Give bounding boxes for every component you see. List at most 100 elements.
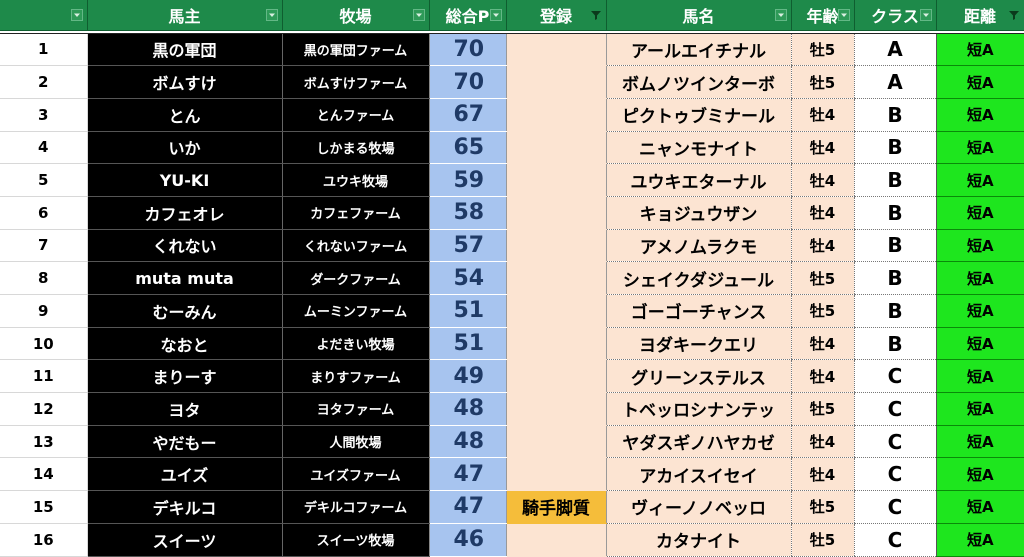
owner-cell: いか [87,131,282,165]
distance-cell: 短A [935,65,1024,99]
farm-cell: とんファーム [281,98,429,132]
horse-name-cell: アカイスイセイ [605,457,791,492]
header-points-label: 総合P [445,6,490,26]
class-cell: B [853,327,936,361]
filter-dropdown-icon[interactable] [489,9,502,21]
points-cell: 51 [428,327,506,361]
filter-dropdown-icon[interactable] [70,9,83,21]
class-cell: C [853,523,936,557]
distance-cell: 短A [935,425,1024,459]
table-row[interactable]: 16 スイーツ スイーツ牧場 46 カタナイト 牡5 C 短A [0,523,1024,557]
registration-cell [505,392,606,426]
points-cell: 51 [428,294,506,328]
header-distance[interactable]: 距離 [936,0,1024,31]
registration-cell [505,229,606,263]
header-registration[interactable]: 登録 [506,0,607,31]
table-row[interactable]: 7 くれない くれないファーム 57 アメノムラクモ 牡4 B 短A [0,229,1024,263]
header-rank[interactable] [0,0,88,31]
distance-cell: 短A [935,196,1024,230]
owner-cell: ユイズ [87,457,282,492]
table-row[interactable]: 5 YU-KI ユウキ牧場 59 ユウキエターナル 牡4 B 短A [0,163,1024,197]
age-cell: 牡4 [790,196,854,230]
points-cell: 58 [428,196,506,230]
table-row[interactable]: 12 ヨタ ヨタファーム 48 トベッロシナンテッ 牡5 C 短A [0,392,1024,426]
table-row[interactable]: 3 とん とんファーム 67 ピクトゥブミナール 牡4 B 短A [0,98,1024,132]
header-farm-label: 牧場 [339,6,372,26]
table-row[interactable]: 6 カフェオレ カフェファーム 58 キョジュウザン 牡4 B 短A [0,196,1024,230]
class-cell: B [853,229,936,263]
farm-cell: くれないファーム [281,229,429,263]
spreadsheet: 馬主 牧場 総合P 登録 馬名 年齢 クラス 距離 1 黒の軍団 黒の軍団ファーム 70 アールエイチ… [0,0,1024,557]
registration-cell [505,359,606,394]
horse-name-cell: ニャンモナイト [605,131,791,165]
header-points[interactable]: 総合P [429,0,507,31]
rank-cell: 16 [0,523,88,557]
table-row[interactable]: 11 まりーす まりすファーム 49 グリーンステルス 牡4 C 短A [0,359,1024,394]
age-cell: 牡4 [790,98,854,132]
header-owner[interactable]: 馬主 [87,0,283,31]
class-cell: C [853,457,936,492]
horse-name-cell: ゴーゴーチャンス [605,294,791,328]
farm-cell: しかまる牧場 [281,131,429,165]
rank-cell: 15 [0,490,88,524]
owner-cell: ヨタ [87,392,282,426]
class-cell: B [853,98,936,132]
table-row[interactable]: 8 muta muta ダークファーム 54 シェイクダジュール 牡5 B 短A [0,261,1024,295]
class-cell: B [853,163,936,197]
rank-cell: 2 [0,65,88,99]
header-owner-label: 馬主 [168,6,201,26]
header-farm[interactable]: 牧場 [282,0,430,31]
registration-cell [505,294,606,328]
owner-cell: なおと [87,327,282,361]
filter-dropdown-icon[interactable] [919,9,932,21]
filter-dropdown-icon[interactable] [837,9,850,21]
horse-name-cell: グリーンステルス [605,359,791,394]
distance-cell: 短A [935,523,1024,557]
distance-cell: 短A [935,359,1024,394]
owner-cell: むーみん [87,294,282,328]
distance-cell: 短A [935,261,1024,295]
header-age[interactable]: 年齢 [791,0,855,31]
table-row[interactable]: 1 黒の軍団 黒の軍団ファーム 70 アールエイチナル 牡5 A 短A [0,33,1024,67]
header-horse[interactable]: 馬名 [606,0,792,31]
class-cell: B [853,196,936,230]
table-row[interactable]: 14 ユイズ ユイズファーム 47 アカイスイセイ 牡4 C 短A [0,457,1024,492]
filter-dropdown-icon[interactable] [412,9,425,21]
points-cell: 70 [428,65,506,99]
farm-cell: ユイズファーム [281,457,429,492]
rank-cell: 3 [0,98,88,132]
header-class[interactable]: クラス [854,0,937,31]
table-row[interactable]: 15 デキルコ デキルコファーム 47 騎手脚質 ヴィーノノベッロ 牡5 C 短A [0,490,1024,524]
farm-cell: ボムすけファーム [281,65,429,99]
points-cell: 70 [428,33,506,67]
table-row[interactable]: 2 ボムすけ ボムすけファーム 70 ボムノツインターボ 牡5 A 短A [0,65,1024,99]
class-cell: C [853,425,936,459]
horse-name-cell: ボムノツインターボ [605,65,791,99]
filter-dropdown-icon[interactable] [265,9,278,21]
points-cell: 57 [428,229,506,263]
registration-cell [505,261,606,295]
farm-cell: よだきい牧場 [281,327,429,361]
table-row[interactable]: 9 むーみん ムーミンファーム 51 ゴーゴーチャンス 牡5 B 短A [0,294,1024,328]
horse-name-cell: アメノムラクモ [605,229,791,263]
header-age-label: 年齢 [806,6,839,26]
horse-name-cell: トベッロシナンテッ [605,392,791,426]
distance-cell: 短A [935,163,1024,197]
table-row[interactable]: 10 なおと よだきい牧場 51 ヨダキークエリ 牡4 B 短A [0,327,1024,361]
class-cell: B [853,131,936,165]
registration-cell [505,163,606,197]
filter-active-icon[interactable] [1008,9,1020,21]
owner-cell: まりーす [87,359,282,394]
table-row[interactable]: 13 やだもー 人間牧場 48 ヤダスギノハヤカゼ 牡4 C 短A [0,425,1024,459]
horse-name-cell: アールエイチナル [605,33,791,67]
age-cell: 牡4 [790,425,854,459]
registration-cell [505,196,606,230]
filter-active-icon[interactable] [590,9,602,21]
owner-cell: カフェオレ [87,196,282,230]
age-cell: 牡4 [790,163,854,197]
filter-dropdown-icon[interactable] [774,9,787,21]
registration-cell [505,65,606,99]
owner-cell: とん [87,98,282,132]
rank-cell: 6 [0,196,88,230]
table-row[interactable]: 4 いか しかまる牧場 65 ニャンモナイト 牡4 B 短A [0,131,1024,165]
